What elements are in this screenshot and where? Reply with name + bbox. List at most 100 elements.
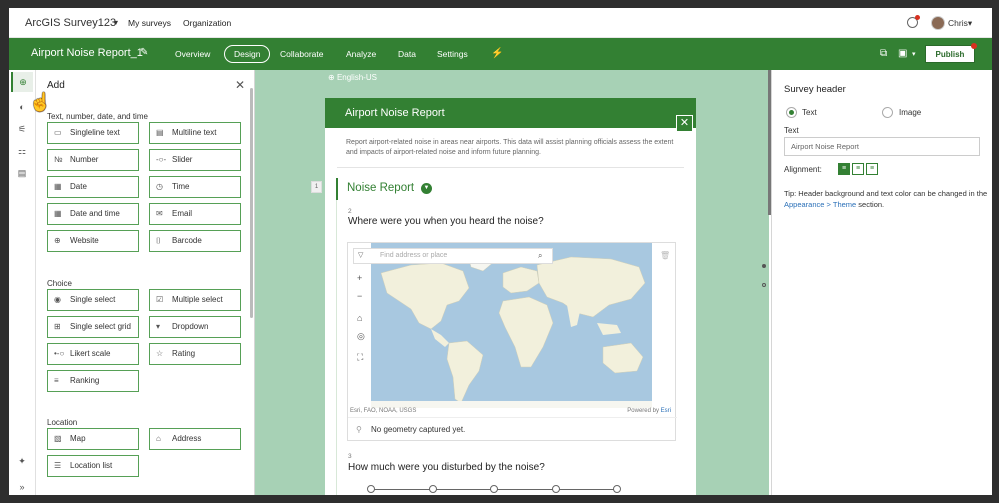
left-tool-rail: ⊕ ◐ ⚟ ⚏ ▤ ✦ » [9, 70, 36, 495]
add-slider-button[interactable]: -○- Slider [149, 149, 241, 171]
add-single-select-button[interactable]: ◉ Single select [47, 289, 139, 311]
add-single-select-grid-button[interactable]: ⊞ Single select grid [47, 316, 139, 338]
radio-text-label[interactable]: Text [802, 108, 817, 117]
question-type-label: Time [172, 182, 190, 191]
add-website-button[interactable]: ⊕ Website [47, 230, 139, 252]
tab-overview[interactable]: Overview [175, 49, 210, 59]
language-selector[interactable]: ⊕ English-US [328, 73, 377, 82]
tab-analyze[interactable]: Analyze [346, 49, 376, 59]
group-title[interactable]: Noise Report [347, 182, 414, 194]
search-icon[interactable]: ⌕ [538, 251, 542, 261]
add-location-list-button[interactable]: ☰ Location list [47, 455, 139, 477]
form-header[interactable]: Airport Noise Report ✕ [325, 98, 696, 132]
rules-icon[interactable]: ⚟ [15, 122, 29, 136]
home-icon[interactable]: ⌂ [357, 313, 362, 323]
save-dropdown-icon[interactable]: ▾ [912, 50, 916, 58]
trash-icon[interactable]: 🗑 [660, 251, 670, 260]
radio-text[interactable] [786, 107, 797, 118]
tab-collaborate[interactable]: Collaborate [280, 49, 323, 59]
panel-scrollbar[interactable] [250, 88, 253, 318]
add-multiline-text-button[interactable]: ▤ Multiline text [149, 122, 241, 144]
add-date-time-button[interactable]: ▦ Date and time [47, 203, 139, 225]
avatar[interactable] [931, 16, 945, 30]
app-switcher-caret-icon[interactable]: ▾ [114, 18, 118, 27]
preview-icon[interactable]: ⧉ [880, 48, 887, 59]
world-map[interactable] [371, 243, 652, 408]
tip-text: Tip: Header background and text color ca… [784, 188, 989, 210]
divider [337, 167, 684, 168]
tab-settings[interactable]: Settings [437, 49, 468, 59]
add-multiple-select-button[interactable]: ☑ Multiple select [149, 289, 241, 311]
search-source-caret-icon[interactable]: ▽ [358, 251, 363, 259]
nav-organization[interactable]: Organization [183, 18, 231, 28]
align-left-icon[interactable]: ≡ [838, 163, 850, 175]
radio-image-label[interactable]: Image [899, 108, 921, 117]
form-description[interactable]: Report airport-related noise in areas ne… [346, 138, 676, 158]
add-likert-scale-button[interactable]: •-○ Likert scale [47, 343, 139, 365]
slider-stop[interactable] [551, 485, 560, 493]
date-time-icon: ▦ [54, 209, 62, 218]
question-text[interactable]: How much were you disturbed by the noise… [348, 462, 545, 473]
align-center-icon[interactable]: ≡ [852, 163, 864, 175]
header-close-icon[interactable]: ✕ [676, 115, 693, 132]
magic-wand-icon[interactable]: ⚡ [491, 48, 503, 59]
add-number-button[interactable]: № Number [47, 149, 139, 171]
nav-my-surveys[interactable]: My surveys [128, 18, 171, 28]
app-window: ArcGIS Survey123 ▾ My surveys Organizati… [9, 8, 992, 495]
close-icon[interactable]: ✕ [235, 78, 245, 92]
question-type-label: Single select grid [70, 322, 131, 331]
question-type-label: Multiple select [172, 295, 223, 304]
layout-icon[interactable]: ▤ [15, 166, 29, 180]
language-label: English-US [336, 73, 377, 82]
question-text[interactable]: Where were you when you heard the noise? [348, 216, 544, 227]
number-icon: № [54, 155, 63, 164]
chevron-down-icon[interactable]: ▼ [421, 183, 432, 194]
theme-link[interactable]: Appearance > Theme [784, 200, 856, 209]
save-icon[interactable]: ▣ [898, 48, 907, 59]
locate-icon[interactable]: ◎ [357, 331, 365, 342]
fullscreen-icon[interactable]: ⛶ [357, 352, 363, 363]
slider-stop[interactable] [490, 485, 498, 493]
slider-stop[interactable] [367, 485, 375, 493]
powered-by-text: Powered by [627, 408, 661, 414]
tab-design[interactable]: Design [224, 45, 271, 63]
splitter-dot[interactable] [762, 283, 766, 287]
publish-alert-dot [971, 43, 977, 49]
add-ranking-button[interactable]: ≡ Ranking [47, 370, 139, 392]
zoom-out-icon[interactable]: − [357, 291, 362, 301]
add-panel-icon[interactable]: ⊕ [11, 72, 33, 92]
add-barcode-button[interactable]: ⌷ Barcode [149, 230, 241, 252]
map-search-input[interactable]: Find address or place [353, 248, 553, 264]
user-menu[interactable]: Chris▾ [948, 18, 972, 29]
notifications-icon[interactable] [907, 15, 920, 28]
add-map-button[interactable]: ▧ Map [47, 428, 139, 450]
add-time-button[interactable]: ◷ Time [149, 176, 241, 198]
question-type-label: Likert scale [70, 349, 111, 358]
map-question[interactable]: Find address or place ▽ ⌕ 🗑 + − ⌂ ◎ ⛶ Es… [347, 242, 677, 441]
components-icon[interactable]: ⚏ [15, 144, 29, 158]
add-email-button[interactable]: ✉ Email [149, 203, 241, 225]
add-dropdown-button[interactable]: ▾ Dropdown [149, 316, 241, 338]
assistant-icon[interactable]: ✦ [15, 454, 29, 468]
header-text-input[interactable]: Airport Noise Report [784, 137, 980, 156]
align-right-icon[interactable]: ≡ [866, 163, 878, 175]
slider-stop[interactable] [428, 485, 437, 493]
add-rating-button[interactable]: ☆ Rating [149, 343, 241, 365]
add-date-button[interactable]: ▦ Date [47, 176, 139, 198]
edit-name-icon[interactable]: ✎ [140, 47, 148, 58]
slider-stop[interactable] [613, 485, 621, 493]
app-title[interactable]: ArcGIS Survey123 [25, 17, 116, 29]
splitter-dot[interactable] [762, 264, 766, 268]
add-singleline-text-button[interactable]: ▭ Singleline text [47, 122, 139, 144]
tab-data[interactable]: Data [398, 49, 416, 59]
appearance-icon[interactable]: ◐ [15, 100, 29, 114]
expand-rail-icon[interactable]: » [15, 480, 29, 494]
zoom-in-icon[interactable]: + [357, 273, 362, 283]
group-guide [336, 200, 337, 495]
radio-image[interactable] [882, 107, 893, 118]
add-address-button[interactable]: ⌂ Address [149, 428, 241, 450]
publish-button[interactable]: Publish [925, 43, 977, 63]
add-question-panel: Add ✕ Text, number, date, and time ▭ Sing… [36, 70, 255, 495]
top-nav-bar: ArcGIS Survey123 ▾ My surveys Organizati… [9, 8, 992, 38]
powered-by-link[interactable]: Esri [661, 408, 671, 414]
